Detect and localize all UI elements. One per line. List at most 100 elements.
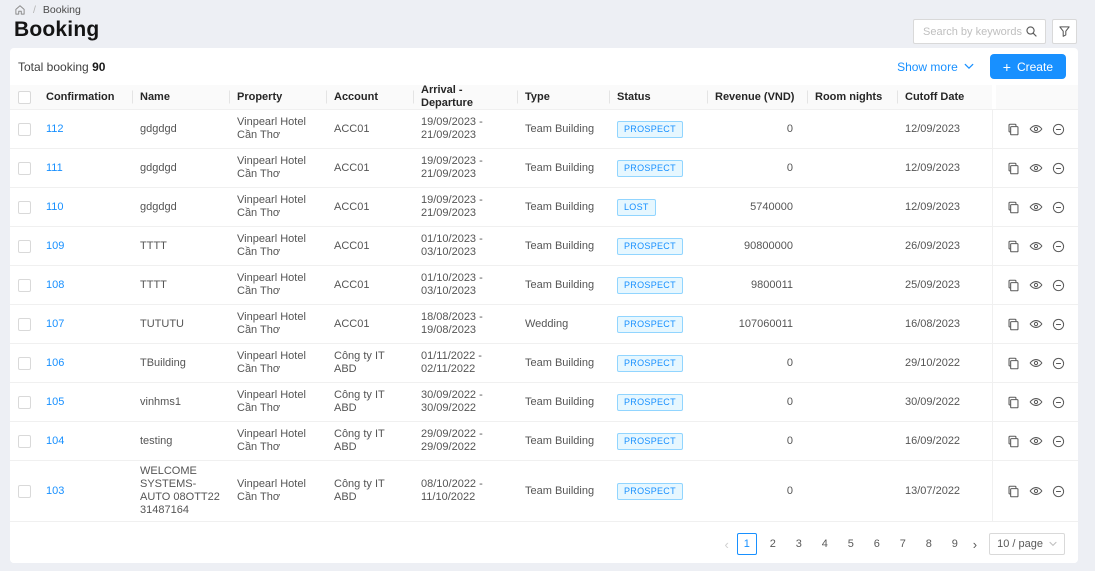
pagination-page-6[interactable]: 6: [867, 533, 887, 555]
pagination-pages: 123456789: [734, 533, 968, 555]
pagination-page-4[interactable]: 4: [815, 533, 835, 555]
type-cell: Team Building: [517, 353, 609, 374]
pagination-page-8[interactable]: 8: [919, 533, 939, 555]
chevron-down-icon: [1049, 541, 1057, 547]
view-button[interactable]: [1029, 318, 1043, 330]
home-icon[interactable]: [14, 4, 26, 16]
copy-button[interactable]: [1007, 162, 1020, 175]
view-button[interactable]: [1029, 279, 1043, 291]
pagination-page-9[interactable]: 9: [945, 533, 965, 555]
confirmation-link[interactable]: 112: [46, 123, 64, 135]
search-input[interactable]: [921, 25, 1025, 39]
copy-button[interactable]: [1007, 279, 1020, 292]
row-checkbox[interactable]: [18, 318, 31, 331]
row-checkbox[interactable]: [18, 162, 31, 175]
row-checkbox[interactable]: [18, 279, 31, 292]
confirmation-link[interactable]: 105: [46, 396, 64, 408]
copy-button[interactable]: [1007, 435, 1020, 448]
column-header-revenue[interactable]: Revenue (VND): [707, 85, 807, 109]
confirmation-link[interactable]: 104: [46, 435, 64, 447]
copy-button[interactable]: [1007, 201, 1020, 214]
column-header-property[interactable]: Property: [229, 85, 326, 109]
name-cell: gdgdgd: [132, 158, 229, 179]
confirmation-link[interactable]: 107: [46, 318, 64, 330]
cancel-button[interactable]: [1052, 318, 1065, 331]
column-header-arrival-departure[interactable]: Arrival - Departure: [413, 85, 517, 109]
row-checkbox[interactable]: [18, 485, 31, 498]
name-cell: TTTT: [132, 275, 229, 296]
eye-icon: [1029, 240, 1043, 252]
select-all-checkbox[interactable]: [18, 91, 31, 104]
view-button[interactable]: [1029, 357, 1043, 369]
confirmation-link[interactable]: 110: [46, 201, 64, 213]
cancel-button[interactable]: [1052, 435, 1065, 448]
view-button[interactable]: [1029, 162, 1043, 174]
table-row: 106 TBuilding Vinpearl Hotel Cần Thơ Côn…: [10, 344, 1078, 383]
pagination-page-2[interactable]: 2: [763, 533, 783, 555]
minus-circle-icon: [1052, 201, 1065, 214]
view-button[interactable]: [1029, 201, 1043, 213]
copy-button[interactable]: [1007, 318, 1020, 331]
view-button[interactable]: [1029, 396, 1043, 408]
pagination-page-3[interactable]: 3: [789, 533, 809, 555]
pagination-page-5[interactable]: 5: [841, 533, 861, 555]
copy-button[interactable]: [1007, 123, 1020, 136]
account-cell: Công ty IT ABD: [326, 346, 413, 380]
row-checkbox[interactable]: [18, 435, 31, 448]
pagination-next-icon[interactable]: ›: [973, 538, 977, 551]
column-header-status[interactable]: Status: [609, 85, 707, 109]
view-button[interactable]: [1029, 123, 1043, 135]
view-button[interactable]: [1029, 485, 1043, 497]
column-header-account[interactable]: Account: [326, 85, 413, 109]
column-header-name[interactable]: Name: [132, 85, 229, 109]
pagination-prev-icon[interactable]: ‹: [724, 538, 728, 551]
cancel-button[interactable]: [1052, 123, 1065, 136]
eye-icon: [1029, 357, 1043, 369]
row-checkbox[interactable]: [18, 396, 31, 409]
copy-button[interactable]: [1007, 357, 1020, 370]
column-header-room-nights[interactable]: Room nights: [807, 85, 897, 109]
cancel-button[interactable]: [1052, 240, 1065, 253]
confirmation-link[interactable]: 108: [46, 279, 64, 291]
copy-button[interactable]: [1007, 485, 1020, 498]
row-checkbox[interactable]: [18, 357, 31, 370]
cutoff-date-cell: 26/09/2023: [897, 236, 992, 257]
confirmation-link[interactable]: 103: [46, 485, 64, 497]
type-cell: Team Building: [517, 275, 609, 296]
row-checkbox[interactable]: [18, 240, 31, 253]
name-cell: testing: [132, 431, 229, 452]
row-actions: [992, 266, 1078, 304]
pagination-page-7[interactable]: 7: [893, 533, 913, 555]
room-nights-cell: [807, 398, 897, 406]
column-header-confirmation[interactable]: Confirmation: [38, 85, 132, 109]
row-checkbox[interactable]: [18, 201, 31, 214]
search-icon[interactable]: [1025, 25, 1038, 38]
row-checkbox[interactable]: [18, 123, 31, 136]
page-size-select[interactable]: 10 / page: [989, 533, 1065, 555]
cancel-button[interactable]: [1052, 396, 1065, 409]
property-cell: Vinpearl Hotel Cần Thơ: [229, 385, 326, 419]
show-more-toggle[interactable]: Show more: [897, 60, 974, 74]
copy-button[interactable]: [1007, 396, 1020, 409]
column-header-cutoff-date[interactable]: Cutoff Date: [897, 85, 992, 109]
confirmation-link[interactable]: 111: [46, 162, 63, 174]
table-header-row: Confirmation Name Property Account Arriv…: [10, 85, 1078, 110]
copy-icon: [1007, 162, 1020, 175]
view-button[interactable]: [1029, 240, 1043, 252]
view-button[interactable]: [1029, 435, 1043, 447]
filter-button[interactable]: [1052, 19, 1077, 44]
cancel-button[interactable]: [1052, 357, 1065, 370]
cancel-button[interactable]: [1052, 162, 1065, 175]
revenue-cell: 0: [707, 158, 807, 179]
confirmation-link[interactable]: 106: [46, 357, 64, 369]
property-cell: Vinpearl Hotel Cần Thơ: [229, 474, 326, 508]
panel-header: Total booking 90 Show more + Create: [10, 48, 1078, 85]
cancel-button[interactable]: [1052, 485, 1065, 498]
create-button[interactable]: + Create: [990, 54, 1066, 79]
pagination-page-1[interactable]: 1: [737, 533, 757, 555]
copy-button[interactable]: [1007, 240, 1020, 253]
cancel-button[interactable]: [1052, 201, 1065, 214]
column-header-type[interactable]: Type: [517, 85, 609, 109]
cancel-button[interactable]: [1052, 279, 1065, 292]
confirmation-link[interactable]: 109: [46, 240, 64, 252]
